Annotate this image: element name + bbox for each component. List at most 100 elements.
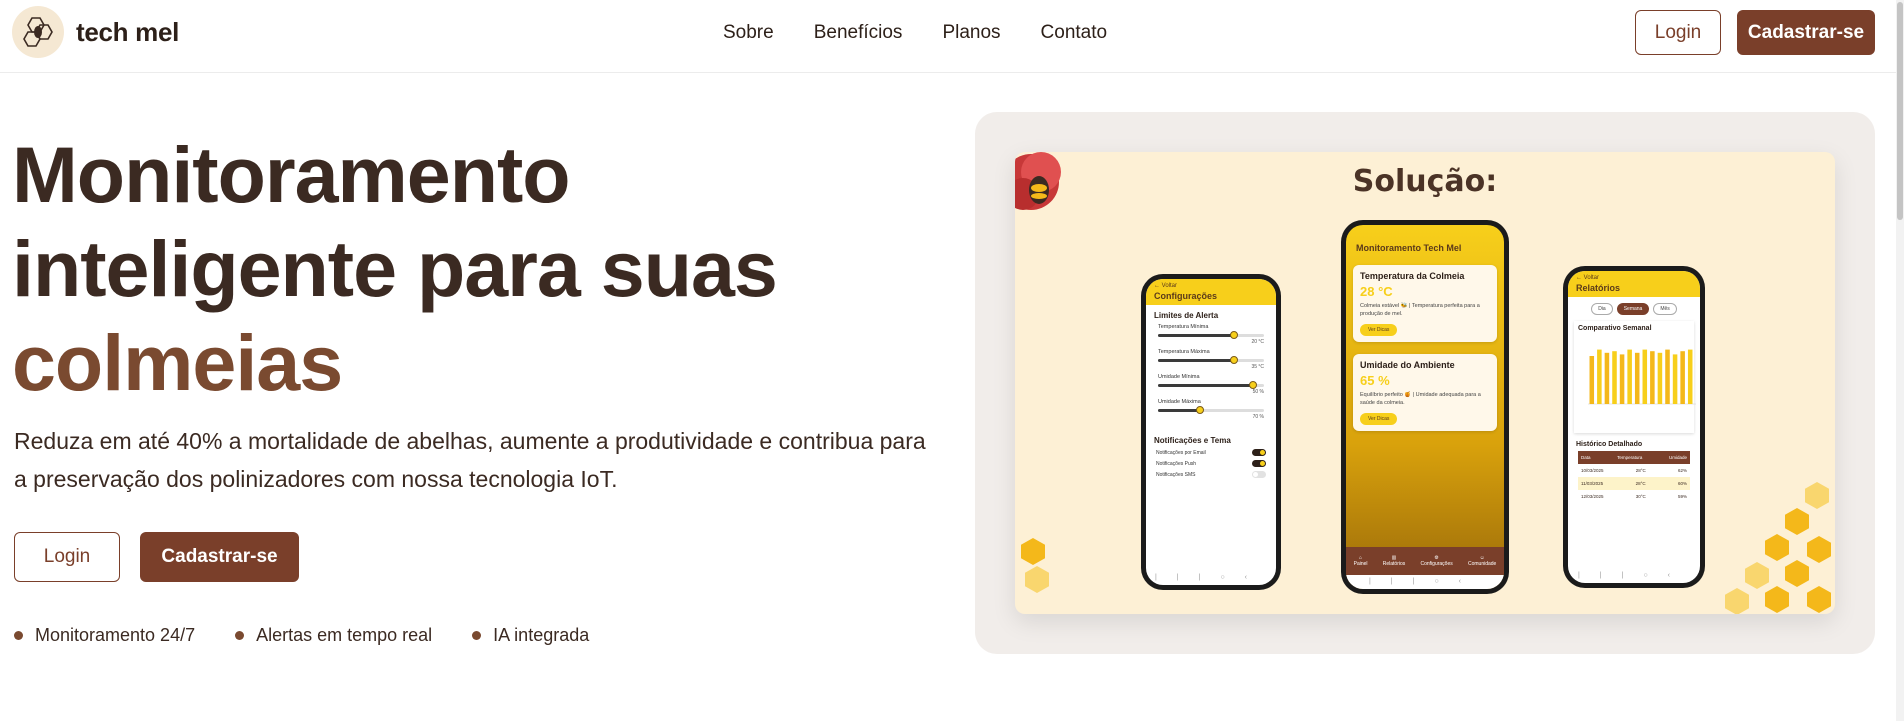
toggle-row: Notificações SMS xyxy=(1146,469,1276,480)
honeycomb-icon xyxy=(1725,588,1749,614)
table-row: 11/03/2025 28°C 60% xyxy=(1578,477,1690,490)
chart-bar xyxy=(1597,349,1602,404)
table-cell: 11/03/2025 xyxy=(1581,481,1604,486)
chart-bar xyxy=(1657,352,1663,404)
screen-title: Monitoramento Tech Mel xyxy=(1356,243,1462,253)
phone-screen: ← Voltar Configurações Limites de Alerta… xyxy=(1146,279,1276,585)
slider-fill xyxy=(1158,359,1235,362)
chart-bar xyxy=(1589,356,1595,404)
slider-track xyxy=(1158,331,1264,339)
tab-configuracoes: ⚙ Configurações xyxy=(1420,555,1453,567)
phone-screen: Monitoramento Tech Mel Temperatura da Co… xyxy=(1346,225,1504,589)
history-title: Histórico Detalhado xyxy=(1576,441,1643,448)
slider-track xyxy=(1158,406,1264,414)
slider-row: Umidade Máxima 70 % xyxy=(1146,397,1276,422)
chart-bar xyxy=(1672,354,1678,404)
slider-track xyxy=(1158,381,1264,389)
slider-fill xyxy=(1158,409,1201,412)
period-chips: Dia Semana Mês xyxy=(1568,297,1700,321)
nav-link-sobre[interactable]: Sobre xyxy=(723,22,774,44)
card-text: Equilíbrio perfeito 🍯 | Umidade adequada… xyxy=(1360,392,1481,406)
table-cell: 28°C xyxy=(1635,481,1646,486)
honeycomb-icon xyxy=(1765,534,1789,561)
brand-logo[interactable]: tech mel xyxy=(12,6,179,58)
feature-list: Monitoramento 24/7 Alertas em tempo real… xyxy=(14,625,629,646)
hero-login-button[interactable]: Login xyxy=(14,532,120,582)
page-scrollbar[interactable] xyxy=(1896,0,1904,721)
chip-week: Semana xyxy=(1616,303,1650,315)
table-cell: 12/03/2025 xyxy=(1581,494,1604,499)
honeycomb-icon xyxy=(1785,508,1809,535)
section-title: Limites de Alerta xyxy=(1154,311,1219,320)
header-signup-button[interactable]: Cadastrar-se xyxy=(1737,10,1875,55)
toggle-switch xyxy=(1252,471,1266,478)
slider-row: Temperatura Mínima 20 °C xyxy=(1146,322,1276,347)
weekly-bar-chart xyxy=(1588,349,1696,405)
table-cell: 59% xyxy=(1677,494,1687,499)
app-showcase-panel: Solução: ← Voltar Configurações Limites … xyxy=(975,112,1875,654)
hero-signup-button[interactable]: Cadastrar-se xyxy=(140,532,299,582)
table-cell: 60% xyxy=(1677,481,1687,486)
section-title: Notificações e Tema xyxy=(1154,436,1231,445)
hero-title: Monitoramento inteligente para suas colm… xyxy=(12,128,778,410)
card-text: Colmeia estável 🐝 | Temperatura perfeita… xyxy=(1360,303,1480,317)
nav-link-planos[interactable]: Planos xyxy=(942,22,1000,44)
phone-reports-mockup: ← Voltar Relatórios Dia Semana Mês Compa… xyxy=(1563,266,1705,588)
chart-bar xyxy=(1650,351,1655,404)
tab-label: Configurações xyxy=(1420,561,1453,567)
honeycomb-icon xyxy=(1021,538,1045,565)
card-value: 28 °C xyxy=(1360,284,1393,299)
phone-header: ← Voltar Configurações xyxy=(1146,279,1276,305)
tab-comunidade: ☺ Comunidade xyxy=(1467,555,1497,567)
slider-label: Temperatura Máxima xyxy=(1158,349,1210,355)
showcase-title: Solução: xyxy=(1352,164,1498,199)
hero-title-accent: colmeias xyxy=(12,318,343,407)
chart-bar xyxy=(1627,349,1632,404)
bullet-dot-icon xyxy=(472,631,482,640)
slider-value: 50 % xyxy=(1252,389,1264,395)
slider-fill xyxy=(1158,384,1254,387)
slider-row: Temperatura Máxima 35 °C xyxy=(1146,347,1276,372)
bee-logo-icon xyxy=(12,6,64,58)
chart-title: Comparativo Semanal xyxy=(1578,325,1652,332)
slider-value: 35 °C xyxy=(1251,364,1264,370)
tab-relatorios: ▥ Relatórios xyxy=(1382,555,1406,567)
table-header-cell: Temperatura xyxy=(1617,455,1643,460)
nav-link-contato[interactable]: Contato xyxy=(1041,22,1108,44)
slider-label: Temperatura Mínima xyxy=(1158,324,1209,330)
slider-fill xyxy=(1158,334,1235,337)
chart-bar xyxy=(1604,352,1610,404)
header-login-button[interactable]: Login xyxy=(1635,10,1721,55)
honeycomb-icon xyxy=(1785,560,1809,587)
feature-item: Alertas em tempo real xyxy=(235,625,432,646)
slider-knob xyxy=(1249,381,1258,389)
site-header: tech mel Sobre Benefícios Planos Contato… xyxy=(0,0,1904,73)
slider-label: Umidade Máxima xyxy=(1158,399,1201,405)
card-button: Ver Dicas xyxy=(1360,324,1398,336)
hero-title-line2: inteligente para suas xyxy=(12,224,778,313)
screen-title: Relatórios xyxy=(1576,283,1621,293)
table-header-cell: Umidade xyxy=(1668,455,1687,460)
table-cell: 10/03/2025 xyxy=(1581,468,1604,473)
honeycomb-icon xyxy=(1807,536,1831,563)
app-showcase-image: Solução: ← Voltar Configurações Limites … xyxy=(1015,152,1835,614)
table-cell: 62% xyxy=(1677,468,1687,473)
honeycomb-icon xyxy=(1745,562,1769,589)
tab-painel: ⌂ Painel xyxy=(1353,555,1368,567)
slider-row: Umidade Mínima 50 % xyxy=(1146,372,1276,397)
back-link: ← Voltar xyxy=(1576,275,1600,281)
chart-bar xyxy=(1680,351,1685,404)
card-button: Ver Dicas xyxy=(1360,413,1398,425)
tab-label: Comunidade xyxy=(1467,561,1497,567)
temperature-card: Temperatura da Colmeia 28 °C Colmeia est… xyxy=(1353,265,1497,342)
scrollbar-thumb[interactable] xyxy=(1897,2,1903,220)
slider-value: 20 °C xyxy=(1251,339,1264,345)
nav-link-beneficios[interactable]: Benefícios xyxy=(814,22,903,44)
phone-dashboard-mockup: Monitoramento Tech Mel Temperatura da Co… xyxy=(1341,220,1509,594)
bullet-dot-icon xyxy=(235,631,245,640)
table-header-cell: Data xyxy=(1581,455,1591,460)
chart-bar xyxy=(1612,351,1617,404)
slider-value: 70 % xyxy=(1252,414,1264,420)
screen-title: Configurações xyxy=(1154,291,1218,301)
humidity-card: Umidade do Ambiente 65 % Equilíbrio perf… xyxy=(1353,354,1497,431)
